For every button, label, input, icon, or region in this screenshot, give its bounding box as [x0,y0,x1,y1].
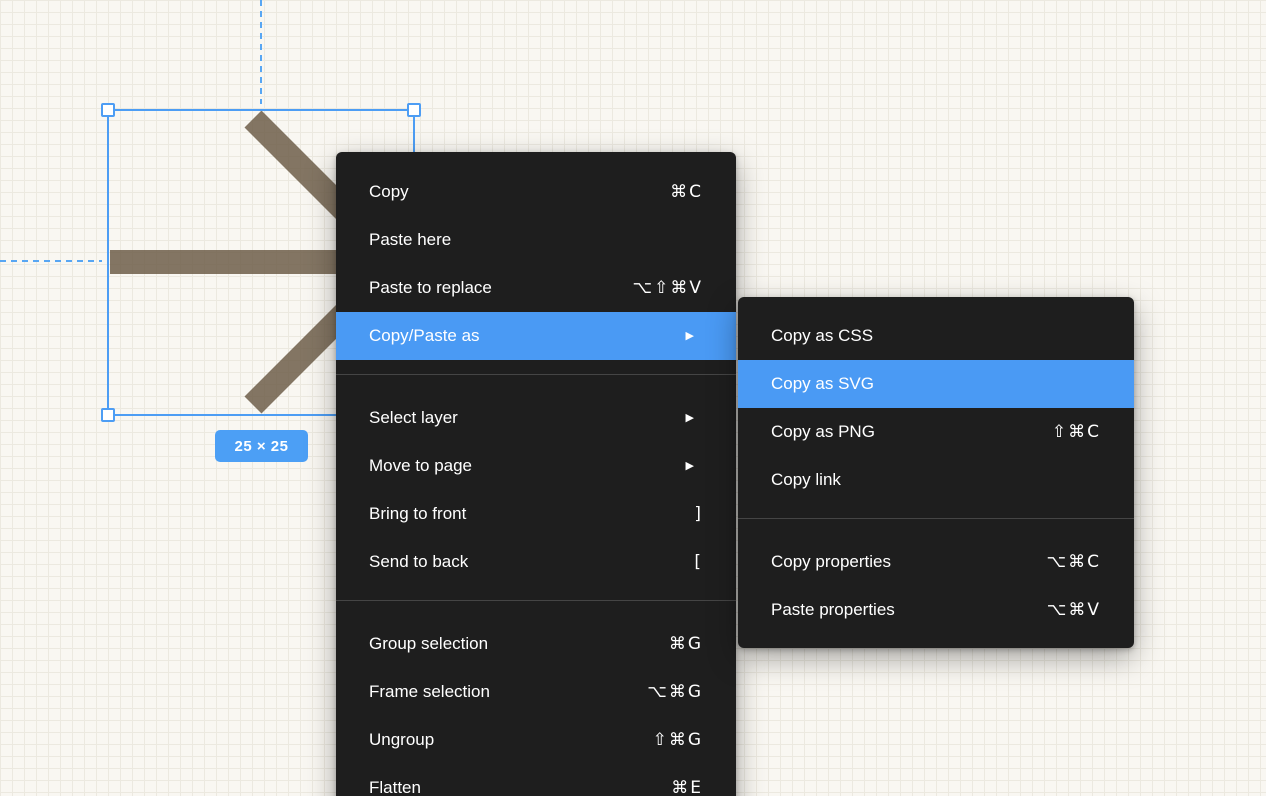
menu-item-flatten[interactable]: Flatten ⌘E [336,764,736,796]
menu-item-label: Frame selection [369,682,647,702]
menu-item-label: Copy as CSS [771,326,1101,346]
menu-item-label: Select layer [369,408,686,428]
menu-item-shortcut: ⇧⌘G [653,730,703,750]
design-canvas[interactable]: { "canvas": { "size_badge": "25 × 25", "… [0,0,1266,796]
menu-item-select-layer[interactable]: Select layer ▶ [336,394,736,442]
selection-handle-top-left[interactable] [101,103,115,117]
menu-item-shortcut: ⇧⌘C [1052,422,1101,442]
menu-divider [738,518,1134,519]
menu-item-shortcut: ⌥⇧⌘V [633,278,703,298]
menu-item-ungroup[interactable]: Ungroup ⇧⌘G [336,716,736,764]
menu-item-shortcut: ⌘C [670,182,703,202]
menu-item-copy-properties[interactable]: Copy properties ⌥⌘C [738,538,1134,586]
size-badge-label: 25 × 25 [235,438,289,455]
menu-divider [336,600,736,601]
menu-item-shortcut: ⌥⌘G [647,682,703,702]
menu-item-shortcut: ⌘G [669,634,703,654]
menu-item-label: Send to back [369,552,694,572]
copy-paste-as-submenu: Copy as CSS Copy as SVG Copy as PNG ⇧⌘C … [738,297,1134,648]
menu-item-copy-link[interactable]: Copy link [738,456,1134,504]
menu-item-paste-here[interactable]: Paste here [336,216,736,264]
menu-item-shortcut: ⌘E [671,778,703,796]
menu-item-label: Paste properties [771,600,1047,620]
vertical-alignment-guide [260,0,262,104]
menu-item-move-to-page[interactable]: Move to page ▶ [336,442,736,490]
menu-item-bring-to-front[interactable]: Bring to front ] [336,490,736,538]
menu-item-label: Copy/Paste as [369,326,686,346]
menu-item-shortcut: ⌥⌘C [1047,552,1101,572]
menu-item-frame-selection[interactable]: Frame selection ⌥⌘G [336,668,736,716]
selection-handle-top-right[interactable] [407,103,421,117]
menu-item-copy[interactable]: Copy ⌘C [336,168,736,216]
menu-item-copy-as-css[interactable]: Copy as CSS [738,312,1134,360]
menu-item-shortcut: [ [694,552,703,572]
menu-item-copy-paste-as[interactable]: Copy/Paste as ▶ [336,312,736,360]
menu-item-group-selection[interactable]: Group selection ⌘G [336,620,736,668]
menu-item-label: Copy as SVG [771,374,1101,394]
menu-item-label: Copy as PNG [771,422,1052,442]
menu-item-label: Bring to front [369,504,694,524]
menu-divider [336,374,736,375]
menu-item-paste-to-replace[interactable]: Paste to replace ⌥⇧⌘V [336,264,736,312]
menu-item-shortcut: ] [694,504,703,524]
menu-item-label: Ungroup [369,730,653,750]
menu-item-label: Paste to replace [369,278,633,298]
horizontal-alignment-guide [0,260,102,262]
context-menu: Copy ⌘C Paste here Paste to replace ⌥⇧⌘V… [336,152,736,796]
menu-item-label: Group selection [369,634,669,654]
selection-handle-bottom-left[interactable] [101,408,115,422]
menu-item-label: Copy properties [771,552,1047,572]
submenu-arrow-icon: ▶ [686,331,694,342]
menu-item-label: Copy [369,182,670,202]
submenu-arrow-icon: ▶ [686,413,694,424]
menu-item-label: Flatten [369,778,671,796]
submenu-arrow-icon: ▶ [686,461,694,472]
menu-item-label: Copy link [771,470,1101,490]
menu-item-paste-properties[interactable]: Paste properties ⌥⌘V [738,586,1134,634]
menu-item-label: Move to page [369,456,686,476]
menu-item-copy-as-svg[interactable]: Copy as SVG [738,360,1134,408]
size-badge: 25 × 25 [215,430,308,462]
menu-item-shortcut: ⌥⌘V [1047,600,1101,620]
menu-item-send-to-back[interactable]: Send to back [ [336,538,736,586]
menu-item-copy-as-png[interactable]: Copy as PNG ⇧⌘C [738,408,1134,456]
menu-item-label: Paste here [369,230,703,250]
